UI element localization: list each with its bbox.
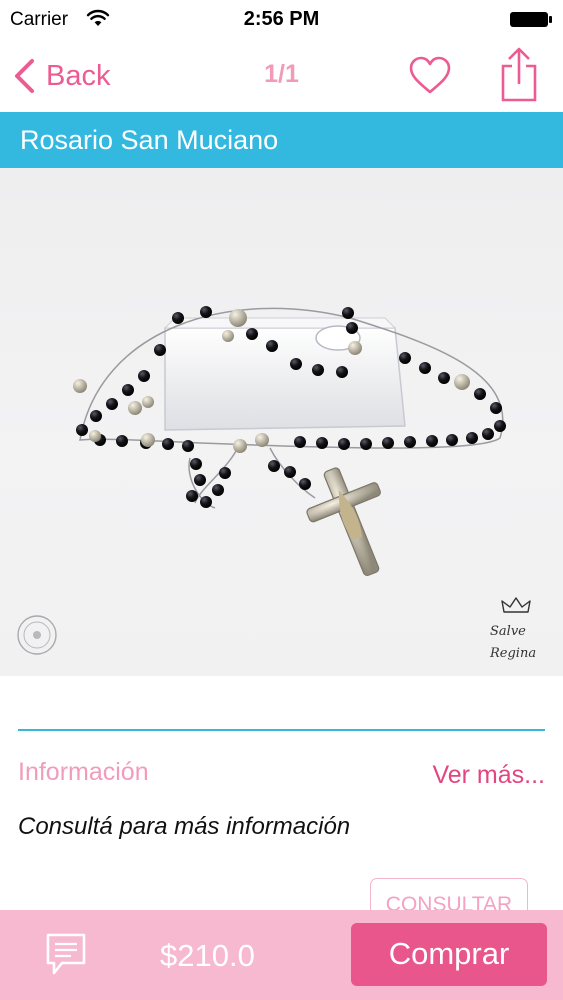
crown-icon: [501, 597, 531, 613]
buy-button[interactable]: Comprar: [351, 923, 547, 986]
info-body-text: Consultá para más información: [18, 813, 351, 840]
section-divider: [18, 729, 545, 731]
navigation-bar: Back 1/1: [0, 40, 563, 112]
rosary-illustration: [73, 306, 506, 577]
heart-icon[interactable]: [408, 54, 452, 98]
brand-logo: Salve Regina: [490, 596, 552, 664]
price-label: $210.0: [160, 938, 255, 973]
see-more-link[interactable]: Ver más...: [432, 761, 545, 790]
battery-icon: [510, 12, 552, 27]
status-time: 2:56 PM: [243, 8, 320, 30]
info-heading: Información: [18, 758, 149, 786]
chat-icon[interactable]: [44, 931, 88, 977]
share-icon[interactable]: [497, 46, 541, 102]
product-image[interactable]: Salve Regina: [0, 168, 563, 676]
status-bar: Carrier 2:56 PM: [0, 0, 563, 40]
product-title: Rosario San Muciano: [20, 125, 279, 155]
product-title-bar: Rosario San Muciano: [0, 112, 563, 168]
seal-watermark-icon: [17, 615, 57, 655]
bottom-purchase-bar: $210.0 Comprar: [0, 910, 563, 1000]
brand-logo-text: Salve Regina: [490, 624, 537, 661]
page-counter: 1/1: [264, 60, 299, 88]
